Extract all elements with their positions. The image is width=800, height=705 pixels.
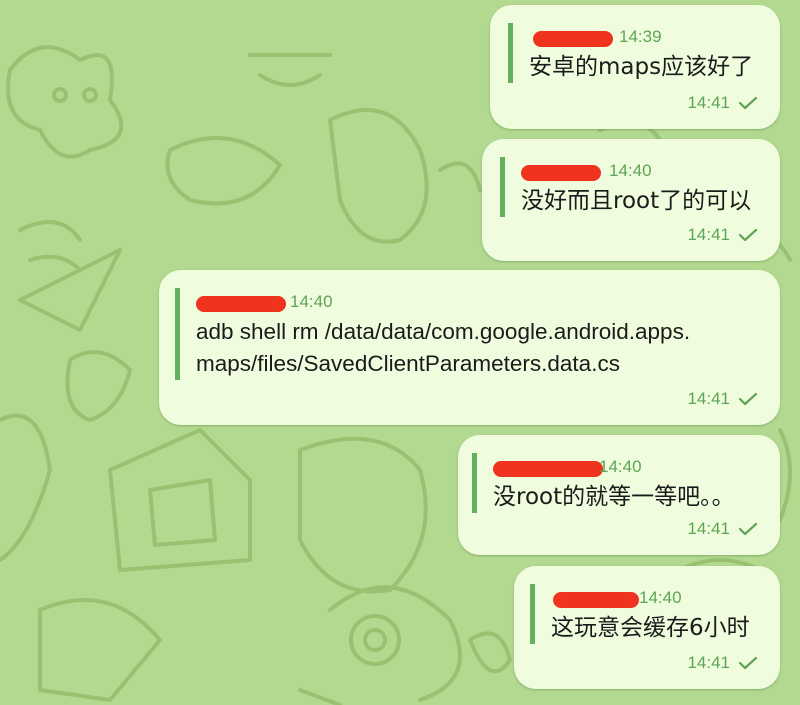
message-meta: 14:41 (687, 653, 758, 673)
reply-timestamp: 14:39 (619, 27, 662, 46)
redacted-sender-name (533, 31, 613, 47)
reply-message-text: 安卓的maps应该好了 (529, 54, 754, 80)
reply-quote[interactable]: 14:40 没好而且root了的可以 (500, 157, 771, 217)
reply-quote[interactable]: 14:40 这玩意会缓存6小时 (530, 584, 781, 644)
message-timestamp: 14:41 (687, 225, 730, 244)
reply-timestamp: 14:40 (639, 588, 682, 607)
message-timestamp: 14:41 (687, 653, 730, 672)
message-meta: 14:41 (687, 389, 758, 409)
reply-message-text: 这玩意会缓存6小时 (551, 615, 750, 641)
message-bubble[interactable]: 14:40 这玩意会缓存6小时 14:41 (514, 566, 780, 689)
redacted-sender-name (553, 592, 639, 608)
message-meta: 14:41 (687, 93, 758, 113)
reply-timestamp: 14:40 (290, 292, 333, 311)
message-timestamp: 14:41 (687, 389, 730, 408)
reply-quote[interactable]: 14:40 adb shell rm /data/data/com.google… (175, 288, 776, 380)
message-meta: 14:41 (687, 519, 758, 539)
reply-timestamp: 14:40 (599, 457, 642, 476)
reply-message-text-line2: maps/files/SavedClientParameters.data.cs (196, 351, 620, 376)
check-icon (738, 522, 758, 536)
message-bubble[interactable]: 14:39 安卓的maps应该好了 14:41 (490, 5, 780, 129)
reply-message-text-line1: adb shell rm /data/data/com.google.andro… (196, 319, 691, 344)
message-timestamp: 14:41 (687, 519, 730, 538)
redacted-sender-name (493, 461, 603, 477)
check-icon (738, 392, 758, 406)
check-icon (738, 96, 758, 110)
reply-timestamp: 14:40 (609, 161, 652, 180)
message-bubble[interactable]: 14:40 没root的就等一等吧。。 14:41 (458, 435, 780, 555)
message-bubble[interactable]: 14:40 adb shell rm /data/data/com.google… (159, 270, 780, 425)
message-meta: 14:41 (687, 225, 758, 245)
check-icon (738, 656, 758, 670)
message-bubble[interactable]: 14:40 没好而且root了的可以 14:41 (482, 139, 780, 261)
check-icon (738, 228, 758, 242)
reply-quote[interactable]: 14:40 没root的就等一等吧。。 (472, 453, 783, 513)
message-timestamp: 14:41 (687, 93, 730, 112)
reply-quote[interactable]: 14:39 安卓的maps应该好了 (508, 23, 759, 83)
reply-message-text: 没root的就等一等吧。。 (493, 484, 735, 510)
redacted-sender-name (196, 296, 286, 312)
reply-message-text: 没好而且root了的可以 (521, 188, 752, 214)
redacted-sender-name (521, 165, 601, 181)
